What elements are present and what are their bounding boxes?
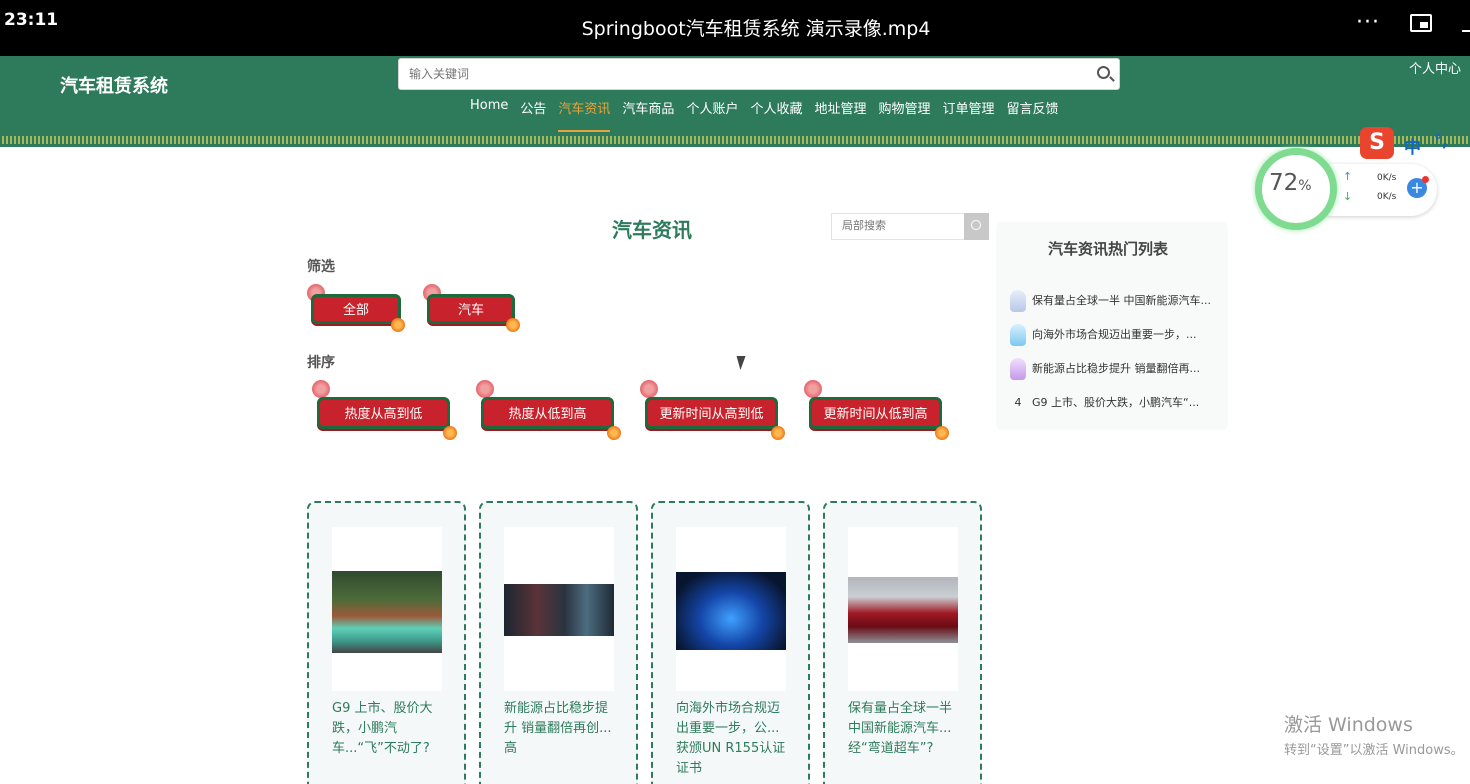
filter-car-button[interactable]: 汽车 — [427, 294, 515, 324]
nav-orders[interactable]: 订单管理 — [943, 98, 995, 128]
car-photo — [504, 584, 614, 636]
main-nav: Home 公告 汽车资讯 汽车商品 个人账户 个人收藏 地址管理 购物管理 订单… — [470, 98, 1071, 132]
orange-decoration — [506, 318, 520, 332]
video-title: Springboot汽车租赁系统 演示录像.mp4 — [581, 18, 931, 40]
sort-hot-asc-button[interactable]: 热度从低到高 — [481, 397, 614, 429]
memory-percent: 72% — [1269, 170, 1312, 196]
site-brand[interactable]: 汽车租赁系统 — [60, 72, 168, 98]
hot-list-title: 汽车资讯热门列表 — [1048, 240, 1169, 258]
filter-label: 筛选 — [307, 259, 335, 275]
bronze-medal-icon — [1010, 358, 1026, 380]
minimize-icon[interactable] — [1462, 30, 1470, 32]
sort-label: 排序 — [307, 355, 335, 371]
search-icon[interactable] — [1097, 66, 1110, 79]
news-card[interactable]: 保有量占全球一半 中国新能源汽车...经“弯道超车”? — [823, 501, 982, 784]
add-icon[interactable]: + — [1407, 176, 1429, 198]
sort-hot-desc-button[interactable]: 热度从高到低 — [317, 397, 450, 429]
hot-list-item[interactable]: 保有量占全球一半 中国新能源汽车... — [1010, 290, 1220, 312]
sort-time-asc-button[interactable]: 更新时间从低到高 — [809, 397, 942, 429]
flower-decoration — [640, 380, 658, 398]
more-options-button[interactable]: ··· — [1356, 10, 1380, 35]
local-search-button[interactable] — [964, 213, 989, 240]
flower-decoration — [312, 380, 330, 398]
nav-favorites[interactable]: 个人收藏 — [750, 98, 802, 128]
car-photo — [848, 577, 958, 643]
flower-decoration — [804, 380, 822, 398]
card-image — [848, 527, 958, 691]
download-arrow-icon: ↓ — [1343, 190, 1353, 203]
gold-medal-icon — [1010, 290, 1026, 312]
sort-time-desc-button[interactable]: 更新时间从高到低 — [645, 397, 778, 429]
search-input[interactable] — [398, 58, 1120, 90]
nav-home[interactable]: Home — [470, 98, 508, 128]
card-image — [676, 527, 786, 691]
user-center-link[interactable]: 个人中心 — [1409, 58, 1461, 77]
orange-decoration — [391, 318, 405, 332]
nav-feedback[interactable]: 留言反馈 — [1007, 98, 1059, 128]
windows-activation-watermark: 激活 Windows 转到“设置”以激活 Windows。 — [1284, 714, 1464, 758]
nav-notice[interactable]: 公告 — [520, 98, 546, 128]
upload-speed: 0K/s — [1377, 173, 1397, 183]
nav-cart[interactable]: 购物管理 — [878, 98, 930, 128]
car-photo — [332, 571, 442, 653]
news-card[interactable]: G9 上市、股价大跌，小鹏汽车...“飞”不动了? — [307, 501, 466, 784]
header-divider — [0, 144, 1470, 147]
page-title: 汽车资讯 — [612, 218, 692, 242]
download-speed: 0K/s — [1377, 192, 1397, 202]
hot-list-panel: 汽车资讯热门列表 保有量占全球一半 中国新能源汽车... 向海外市场合规迈出重要… — [996, 222, 1228, 430]
picture-in-picture-icon[interactable] — [1410, 14, 1432, 32]
news-card[interactable]: 新能源占比稳步提升 销量翻倍再创...高 — [479, 501, 638, 784]
orange-decoration — [935, 426, 949, 440]
local-search-input[interactable] — [831, 213, 965, 240]
hot-list-item[interactable]: 向海外市场合规迈出重要一步，... — [1010, 324, 1220, 346]
screen: 23:11 Springboot汽车租赁系统 演示录像.mp4 ··· 汽车租赁… — [0, 0, 1470, 784]
card-image — [332, 527, 442, 691]
nav-car-news[interactable]: 汽车资讯 — [558, 98, 611, 132]
card-title: G9 上市、股价大跌，小鹏汽车...“飞”不动了? — [332, 701, 433, 756]
orange-decoration — [771, 426, 785, 440]
card-title: 新能源占比稳步提升 销量翻倍再创...高 — [504, 701, 612, 756]
upload-arrow-icon: ↑ — [1343, 170, 1353, 183]
card-title: 向海外市场合规迈出重要一步，公...获颁UN R155认证证书 — [676, 701, 786, 776]
orange-decoration — [443, 426, 457, 440]
hot-list-item[interactable]: 4 G9 上市、股价大跌，小鹏汽车“... — [1010, 394, 1220, 410]
nav-car-products[interactable]: 汽车商品 — [622, 98, 674, 128]
tech-photo — [676, 572, 786, 650]
hot-list-item[interactable]: 新能源占比稳步提升 销量翻倍再... — [1010, 358, 1220, 380]
silver-medal-icon — [1010, 324, 1026, 346]
nav-account[interactable]: 个人账户 — [686, 98, 738, 128]
network-monitor-widget[interactable]: 72% ↑ ↓ 0K/s 0K/s + — [1255, 148, 1439, 230]
card-title: 保有量占全球一半 中国新能源汽车...经“弯道超车”? — [848, 701, 953, 756]
flower-decoration — [476, 380, 494, 398]
news-card[interactable]: 向海外市场合规迈出重要一步，公...获颁UN R155认证证书 — [651, 501, 810, 784]
nav-address[interactable]: 地址管理 — [814, 98, 866, 128]
video-player-bar: 23:11 Springboot汽车租赁系统 演示录像.mp4 ··· — [0, 0, 1470, 56]
orange-decoration — [607, 426, 621, 440]
card-image — [504, 527, 614, 691]
filter-all-button[interactable]: 全部 — [311, 294, 401, 324]
